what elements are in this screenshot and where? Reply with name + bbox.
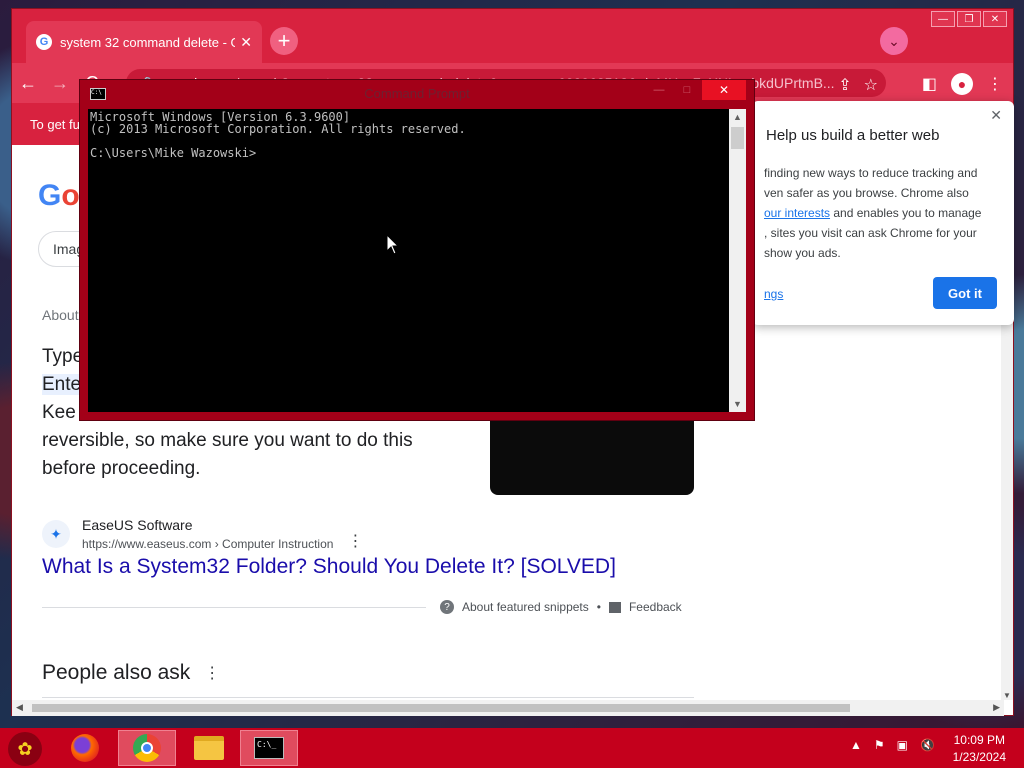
got-it-button[interactable]: Got it [933, 277, 997, 309]
divider [42, 697, 694, 698]
console-prompt: C:\Users\Mike Wazowski> [90, 146, 257, 160]
about-featured-snippets-link[interactable]: About featured snippets [462, 600, 589, 614]
cmd-window-controls: — □ ✕ [646, 80, 746, 100]
clock-time: 10:09 PM [953, 733, 1005, 747]
clock-date: 1/23/2024 [952, 750, 1006, 764]
scroll-right-arrow-icon[interactable]: ▶ [993, 702, 1000, 713]
tab-title: system 32 command delete - Go [60, 34, 235, 50]
interests-link[interactable]: our interests [764, 206, 830, 220]
minimize-button[interactable]: — [931, 11, 955, 27]
maximize-button[interactable]: ❐ [957, 11, 981, 27]
share-icon[interactable]: ⇪ [838, 75, 851, 95]
scrollbar-thumb[interactable] [32, 704, 850, 712]
scroll-left-arrow-icon[interactable]: ◀ [16, 702, 23, 713]
cmd-titlebar[interactable]: C:\ Command Prompt — □ ✕ [80, 80, 754, 106]
easeus-favicon-icon: ✦ [42, 520, 70, 548]
start-button[interactable]: ✿ [8, 732, 42, 766]
volume-muted-icon[interactable]: 🔇 [920, 738, 935, 752]
result-title-link[interactable]: What Is a System32 Folder? Should You De… [42, 555, 616, 579]
taskbar-clock[interactable]: 10:09 PM 1/23/2024 [953, 732, 1006, 766]
star-icon[interactable]: ☆ [864, 75, 878, 95]
taskbar-command-prompt[interactable]: C:\_ [240, 730, 298, 766]
chrome-titlebar: G system 32 command delete - Go ✕ + ⌄ — … [12, 9, 1013, 63]
profile-icon[interactable]: ● [951, 73, 973, 95]
taskbar: ✿ C:\_ ▲ ⚑ ▣ 🔇 10:09 PM 1/23/2024 [0, 728, 1024, 768]
maximize-button[interactable]: □ [674, 80, 700, 100]
page-horizontal-scrollbar[interactable]: ◀ ▶ [12, 700, 1004, 716]
popup-title: Help us build a better web [766, 127, 940, 144]
people-also-ask-heading: People also ask ⋮ [42, 661, 221, 684]
paa-more-icon[interactable]: ⋮ [204, 663, 220, 683]
firefox-icon [71, 734, 99, 762]
close-icon[interactable]: ✕ [990, 107, 1002, 124]
new-tab-button[interactable]: + [270, 27, 298, 55]
cmd-console-output[interactable]: Microsoft Windows [Version 6.3.9600] (c) … [88, 109, 729, 412]
tab-close-icon[interactable]: ✕ [240, 34, 252, 51]
chrome-icon [133, 734, 161, 762]
popup-body: finding new ways to reduce tracking and … [764, 166, 982, 260]
tab-search-button[interactable]: ⌄ [880, 27, 908, 55]
sidepanel-icon[interactable]: ◧ [922, 74, 937, 94]
toolbar-right-actions: ◧ ● ⋮ [922, 73, 1003, 95]
action-center-flag-icon[interactable]: ⚑ [874, 738, 885, 752]
help-circle-icon: ? [440, 600, 454, 614]
console-line: (c) 2013 Microsoft Corporation. All righ… [90, 122, 466, 136]
cmd-icon: C:\_ [254, 737, 284, 759]
forward-button[interactable]: → [44, 73, 76, 94]
divider [42, 607, 426, 608]
result-source: ✦ EaseUS Software https://www.easeus.com… [42, 517, 363, 551]
scrollbar-thumb[interactable] [731, 127, 744, 149]
network-icon[interactable]: ▣ [897, 738, 908, 752]
tab-google-search[interactable]: G system 32 command delete - Go ✕ [26, 21, 262, 63]
command-prompt-window: C:\ Command Prompt — □ ✕ Microsoft Windo… [79, 79, 755, 421]
settings-link[interactable]: ngs [764, 287, 783, 301]
close-button[interactable]: ✕ [983, 11, 1007, 27]
scroll-down-arrow-icon[interactable]: ▼ [1001, 691, 1013, 700]
omnibox-actions: ⇪ ☆ [838, 75, 878, 95]
cmd-vertical-scrollbar[interactable]: ▲ ▼ [729, 109, 746, 412]
privacy-sandbox-popup: ✕ Help us build a better web finding new… [752, 101, 1014, 325]
system-tray: ▲ ⚑ ▣ 🔇 [850, 738, 935, 752]
close-button[interactable]: ✕ [702, 80, 746, 100]
source-url: https://www.easeus.com › Computer Instru… [82, 537, 334, 551]
bullet-separator: • [596, 600, 601, 614]
feedback-icon [608, 601, 621, 613]
folder-icon [194, 736, 224, 760]
about-label: About [42, 307, 79, 323]
show-hidden-icons-icon[interactable]: ▲ [850, 738, 862, 752]
google-favicon-icon: G [36, 34, 52, 50]
mouse-cursor-icon [386, 233, 400, 255]
google-logo[interactable]: Go [38, 179, 80, 213]
back-button[interactable]: ← [12, 73, 44, 94]
snippet-image[interactable] [490, 415, 694, 495]
scroll-down-arrow-icon[interactable]: ▼ [729, 399, 746, 409]
chrome-window-controls: — ❐ ✕ [931, 11, 1007, 27]
taskbar-file-explorer[interactable] [180, 730, 238, 766]
result-more-icon[interactable]: ⋮ [347, 531, 363, 551]
minimize-button[interactable]: — [646, 80, 672, 100]
snippet-feedback-row: ? About featured snippets • Feedback [440, 600, 682, 614]
source-name: EaseUS Software [82, 517, 193, 533]
taskbar-firefox[interactable] [56, 730, 114, 766]
taskbar-chrome[interactable] [118, 730, 176, 766]
scroll-up-arrow-icon[interactable]: ▲ [729, 112, 746, 122]
kebab-menu-icon[interactable]: ⋮ [987, 74, 1003, 94]
feedback-link[interactable]: Feedback [629, 600, 682, 614]
